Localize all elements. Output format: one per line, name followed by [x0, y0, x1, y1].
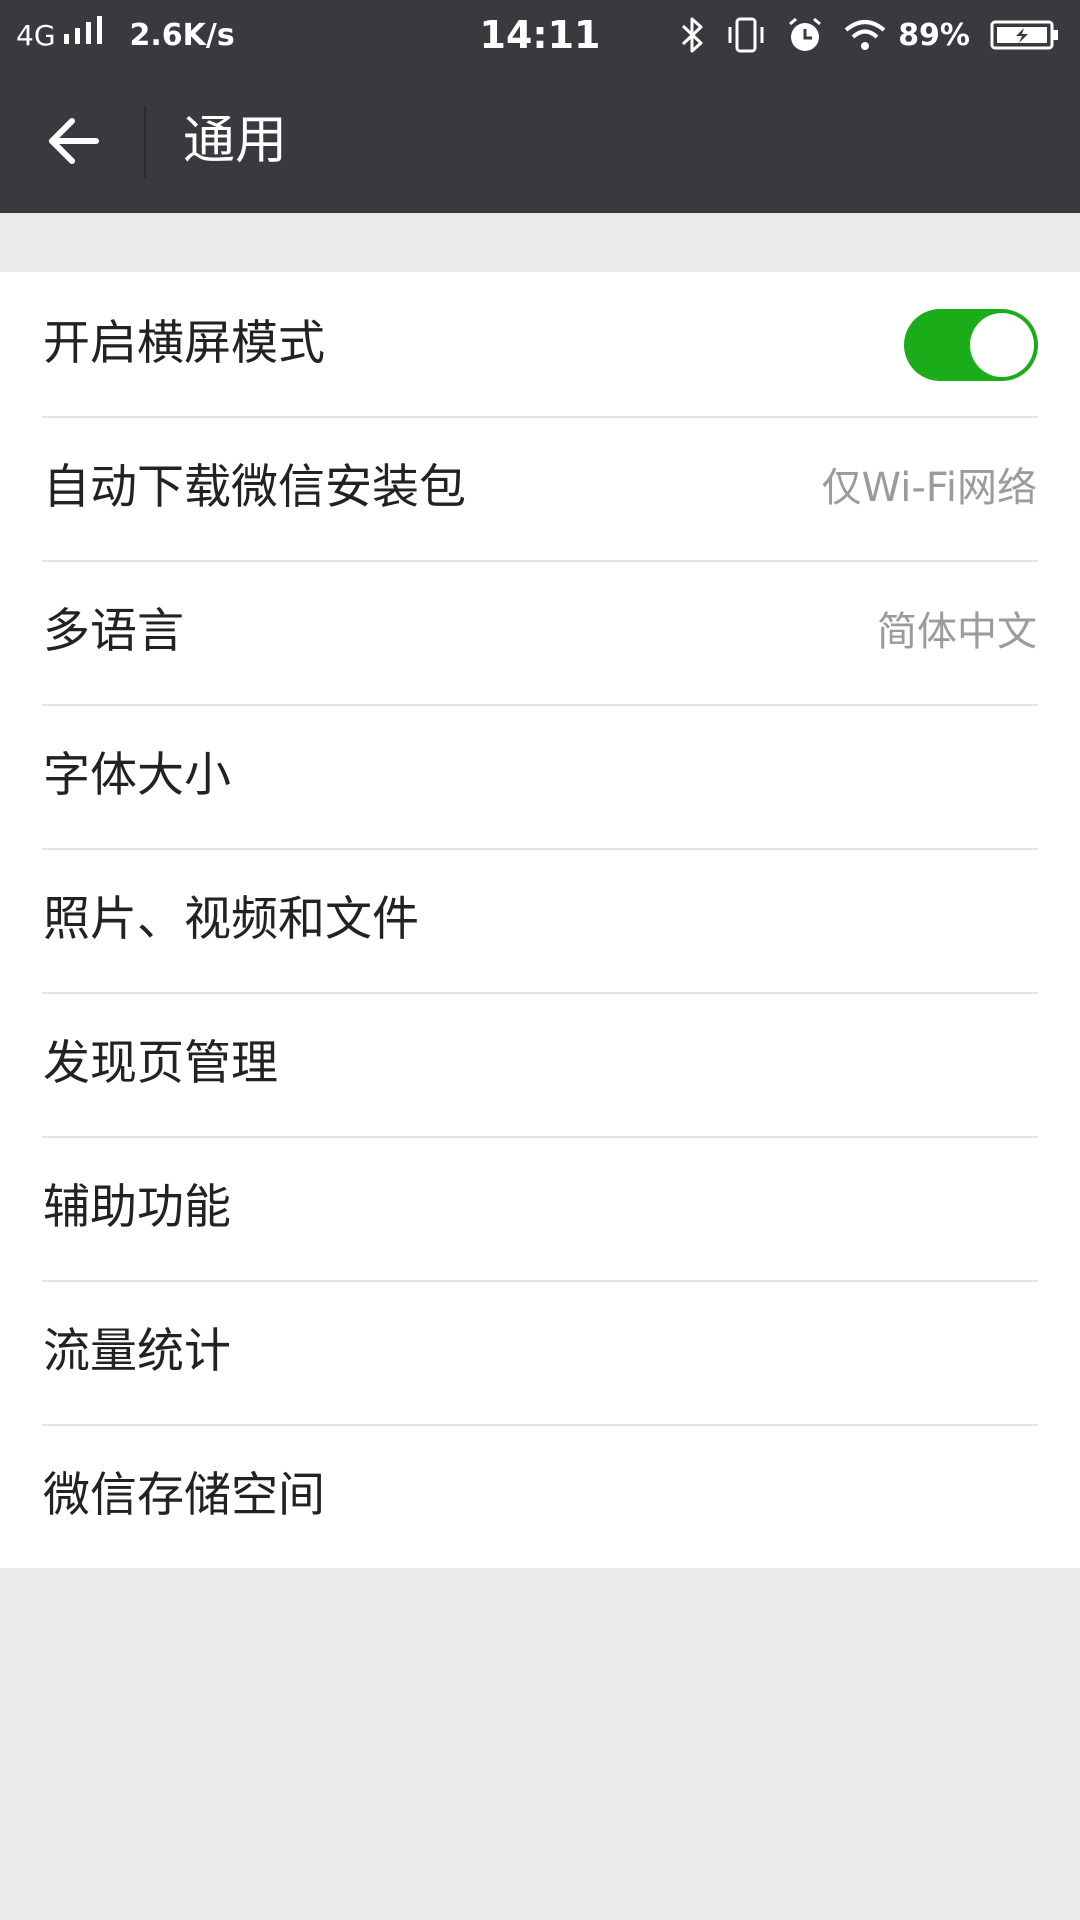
- wifi-icon: [844, 19, 886, 51]
- setting-language[interactable]: 多语言 简体中文: [0, 560, 1080, 704]
- arrow-left-icon: [49, 118, 99, 164]
- toggle-knob: [970, 313, 1034, 377]
- setting-landscape-mode[interactable]: 开启横屏模式: [0, 272, 1080, 416]
- setting-label: 辅助功能: [43, 1180, 231, 1235]
- back-button[interactable]: [28, 96, 118, 186]
- status-bar: 4G 2.6K/s 14:11 89%: [0, 0, 1080, 70]
- setting-label: 微信存储空间: [43, 1468, 325, 1523]
- setting-label: 发现页管理: [43, 1036, 278, 1091]
- battery-charging-icon: [990, 19, 1060, 51]
- settings-list: 开启横屏模式 自动下载微信安装包 仅Wi-Fi网络 多语言 简体中文 字体大小 …: [0, 272, 1080, 1568]
- setting-data-usage[interactable]: 流量统计: [0, 1280, 1080, 1424]
- setting-value: 简体中文: [877, 609, 1037, 655]
- page-title: 通用: [183, 111, 288, 171]
- setting-storage[interactable]: 微信存储空间: [0, 1424, 1080, 1568]
- setting-label: 照片、视频和文件: [43, 892, 419, 947]
- vibrate-icon: [726, 17, 766, 53]
- setting-label: 多语言: [43, 604, 184, 659]
- setting-label: 自动下载微信安装包: [43, 460, 466, 515]
- battery-level: 89%: [898, 17, 970, 53]
- setting-label: 开启横屏模式: [43, 316, 325, 371]
- alarm-icon: [786, 16, 824, 54]
- setting-label: 字体大小: [43, 748, 231, 803]
- title-bar: 通用: [0, 70, 1080, 213]
- setting-font-size[interactable]: 字体大小: [0, 704, 1080, 848]
- title-divider: [144, 106, 146, 178]
- status-right: 89%: [660, 0, 1060, 70]
- setting-accessibility[interactable]: 辅助功能: [0, 1136, 1080, 1280]
- bluetooth-icon: [680, 16, 706, 54]
- setting-value: 仅Wi-Fi网络: [821, 465, 1037, 511]
- setting-discover-management[interactable]: 发现页管理: [0, 992, 1080, 1136]
- landscape-mode-toggle[interactable]: [904, 309, 1038, 381]
- setting-label: 流量统计: [43, 1324, 231, 1379]
- setting-auto-download[interactable]: 自动下载微信安装包 仅Wi-Fi网络: [0, 416, 1080, 560]
- setting-media-files[interactable]: 照片、视频和文件: [0, 848, 1080, 992]
